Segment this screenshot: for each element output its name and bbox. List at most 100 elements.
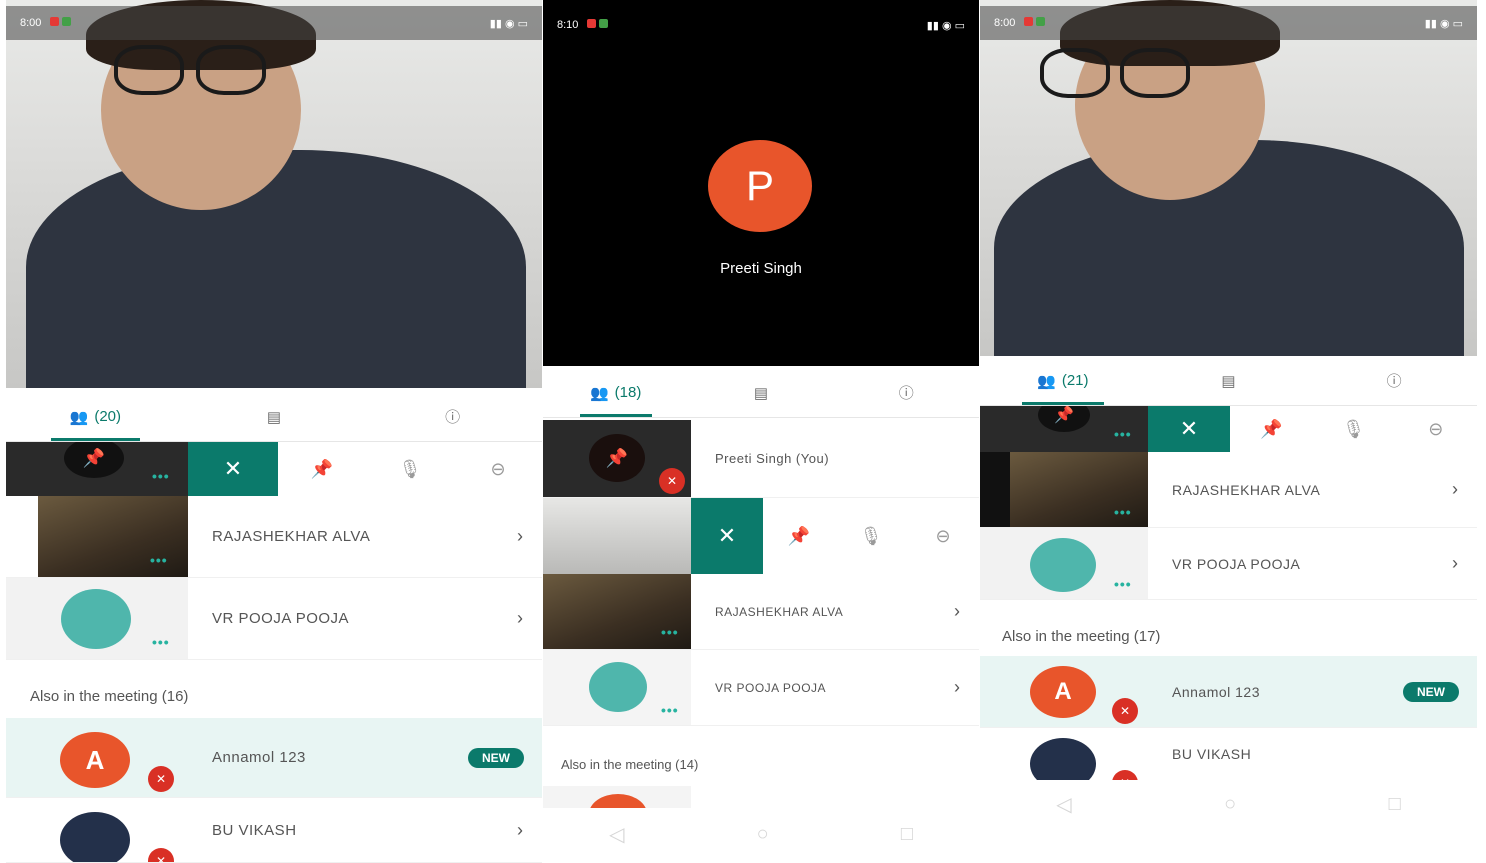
- avatar: A: [1030, 666, 1096, 718]
- participant-count: (20): [94, 408, 122, 425]
- participant-row[interactable]: ••• RAJASHEKHAR ALVA ›: [980, 452, 1477, 528]
- participant-name: Preeti Singh (You): [715, 451, 830, 466]
- new-badge: NEW: [1403, 681, 1459, 702]
- tab-bar: 👥 (18) ▤ ⓘ: [543, 368, 979, 418]
- main-video-feed: P Preeti Singh: [543, 0, 979, 366]
- pin-icon: 📌: [1259, 418, 1283, 439]
- back-icon[interactable]: ◁: [1056, 792, 1071, 817]
- participant-name: Annamol 123: [212, 749, 306, 766]
- participant-row[interactable]: [543, 786, 979, 808]
- participant-avatar-thumb: ✕: [980, 728, 1148, 780]
- chevron-right-icon[interactable]: ›: [935, 601, 979, 622]
- meet-panel-1: 8:00 ▮▮ ◉ ▭ 👥 (20) ▤ ⓘ 📌 ••• ✕ 📌 🎙 ⊖ •••…: [6, 0, 542, 863]
- participant-row[interactable]: ••• VR POOJA POOJA ›: [543, 650, 979, 726]
- more-dots[interactable]: •••: [150, 552, 168, 568]
- pin-icon[interactable]: 📌: [1038, 406, 1090, 432]
- home-icon[interactable]: ○: [1224, 793, 1236, 816]
- pin-icon[interactable]: 📌: [589, 434, 645, 482]
- participant-row[interactable]: 📌 ✕ Preeti Singh (You): [543, 420, 979, 498]
- close-button[interactable]: ✕: [1148, 406, 1230, 452]
- participant-count: (21): [1061, 372, 1089, 389]
- participant-video-thumb: •••: [543, 574, 691, 649]
- pin-icon[interactable]: 📌: [64, 442, 124, 478]
- close-icon: ✕: [223, 456, 243, 481]
- participant-name: RAJASHEKHAR ALVA: [212, 528, 371, 545]
- mute-icon: ✕: [148, 848, 174, 862]
- remove-icon: ⊖: [490, 458, 506, 479]
- tab-chat[interactable]: ▤: [689, 368, 833, 417]
- home-icon[interactable]: ○: [757, 823, 769, 846]
- more-dots[interactable]: •••: [1114, 504, 1132, 520]
- more-dots[interactable]: •••: [152, 634, 170, 650]
- more-dots[interactable]: •••: [152, 468, 170, 484]
- mute-icon: 🎙: [398, 458, 422, 479]
- participant-row[interactable]: ✕ BU VIKASH: [980, 728, 1477, 780]
- also-in-meeting-label: Also in the meeting (16): [6, 676, 542, 716]
- mute-button[interactable]: 🎙: [1312, 419, 1394, 440]
- tab-chat[interactable]: ▤: [1146, 356, 1310, 405]
- remove-button[interactable]: ⊖: [907, 526, 979, 547]
- pin-icon: 📌: [310, 458, 334, 479]
- chevron-right-icon[interactable]: ›: [498, 820, 542, 841]
- recents-icon[interactable]: □: [901, 823, 913, 846]
- close-icon: ✕: [717, 523, 737, 548]
- avatar: [61, 589, 131, 649]
- tab-info[interactable]: ⓘ: [364, 392, 541, 441]
- more-dots[interactable]: •••: [1114, 576, 1132, 592]
- mute-button[interactable]: 🎙: [366, 459, 454, 480]
- more-dots[interactable]: •••: [1114, 426, 1132, 442]
- close-button[interactable]: ✕: [691, 498, 763, 574]
- close-button[interactable]: ✕: [188, 442, 278, 496]
- android-nav-bar: ◁ ○ □: [980, 782, 1477, 826]
- participant-row[interactable]: ••• VR POOJA POOJA ›: [980, 528, 1477, 600]
- participant-figure: [26, 150, 526, 388]
- participant-name: VR POOJA POOJA: [715, 680, 827, 695]
- tab-participants[interactable]: 👥 (20): [7, 392, 184, 441]
- mute-icon: ✕: [148, 766, 174, 792]
- participant-row[interactable]: ✕ BU VIKASH ›: [6, 798, 542, 863]
- status-bar: 8:10 ▮▮ ◉ ▭: [543, 8, 979, 42]
- back-icon[interactable]: ◁: [609, 822, 624, 847]
- participant-row[interactable]: A ✕ Annamol 123 NEW: [980, 656, 1477, 728]
- participant-row[interactable]: ••• RAJASHEKHAR ALVA ›: [543, 574, 979, 650]
- status-bar: 8:00 ▮▮ ◉ ▭: [980, 6, 1477, 40]
- tab-chat[interactable]: ▤: [186, 392, 363, 441]
- more-dots[interactable]: •••: [661, 624, 679, 640]
- main-video-feed: [980, 0, 1477, 356]
- tab-info[interactable]: ⓘ: [1312, 356, 1476, 405]
- participant-row[interactable]: ••• RAJASHEKHAR ALVA ›: [6, 496, 542, 578]
- pin-button[interactable]: 📌: [763, 526, 835, 547]
- self-thumbnail: 📌 ✕: [543, 420, 691, 497]
- participant-avatar-thumb: •••: [6, 578, 188, 659]
- tab-bar: 👥 (20) ▤ ⓘ: [6, 392, 542, 442]
- status-time: 8:10: [557, 19, 579, 31]
- status-time: 8:00: [994, 17, 1016, 29]
- remove-icon: ⊖: [935, 525, 951, 546]
- participant-row[interactable]: ••• VR POOJA POOJA ›: [6, 578, 542, 660]
- chevron-right-icon[interactable]: ›: [1433, 553, 1477, 574]
- status-icons: ▮▮ ◉ ▭: [489, 17, 528, 30]
- participant-row[interactable]: A ✕ Annamol 123 NEW: [6, 718, 542, 798]
- participant-count: (18): [614, 384, 642, 401]
- remove-button[interactable]: ⊖: [1395, 419, 1477, 440]
- pin-button[interactable]: 📌: [278, 459, 366, 480]
- tab-bar: 👥 (21) ▤ ⓘ: [980, 356, 1477, 406]
- tab-participants[interactable]: 👥 (21): [981, 356, 1145, 405]
- tab-participants[interactable]: 👥 (18): [544, 368, 688, 417]
- chevron-right-icon[interactable]: ›: [498, 608, 542, 629]
- chevron-right-icon[interactable]: ›: [498, 526, 542, 547]
- status-time: 8:00: [20, 17, 42, 29]
- more-dots[interactable]: •••: [661, 702, 679, 718]
- chevron-right-icon[interactable]: ›: [935, 677, 979, 698]
- avatar: [589, 794, 647, 808]
- remove-button[interactable]: ⊖: [454, 459, 542, 480]
- pin-button[interactable]: 📌: [1230, 419, 1312, 440]
- avatar: [1030, 738, 1096, 780]
- participant-video-thumb: [543, 498, 691, 574]
- chevron-right-icon[interactable]: ›: [1433, 479, 1477, 500]
- participant-avatar-thumb: ✕: [6, 798, 188, 862]
- participant-glasses: [114, 45, 184, 95]
- recents-icon[interactable]: □: [1389, 793, 1401, 816]
- tab-info[interactable]: ⓘ: [834, 368, 978, 417]
- mute-button[interactable]: 🎙: [835, 526, 907, 547]
